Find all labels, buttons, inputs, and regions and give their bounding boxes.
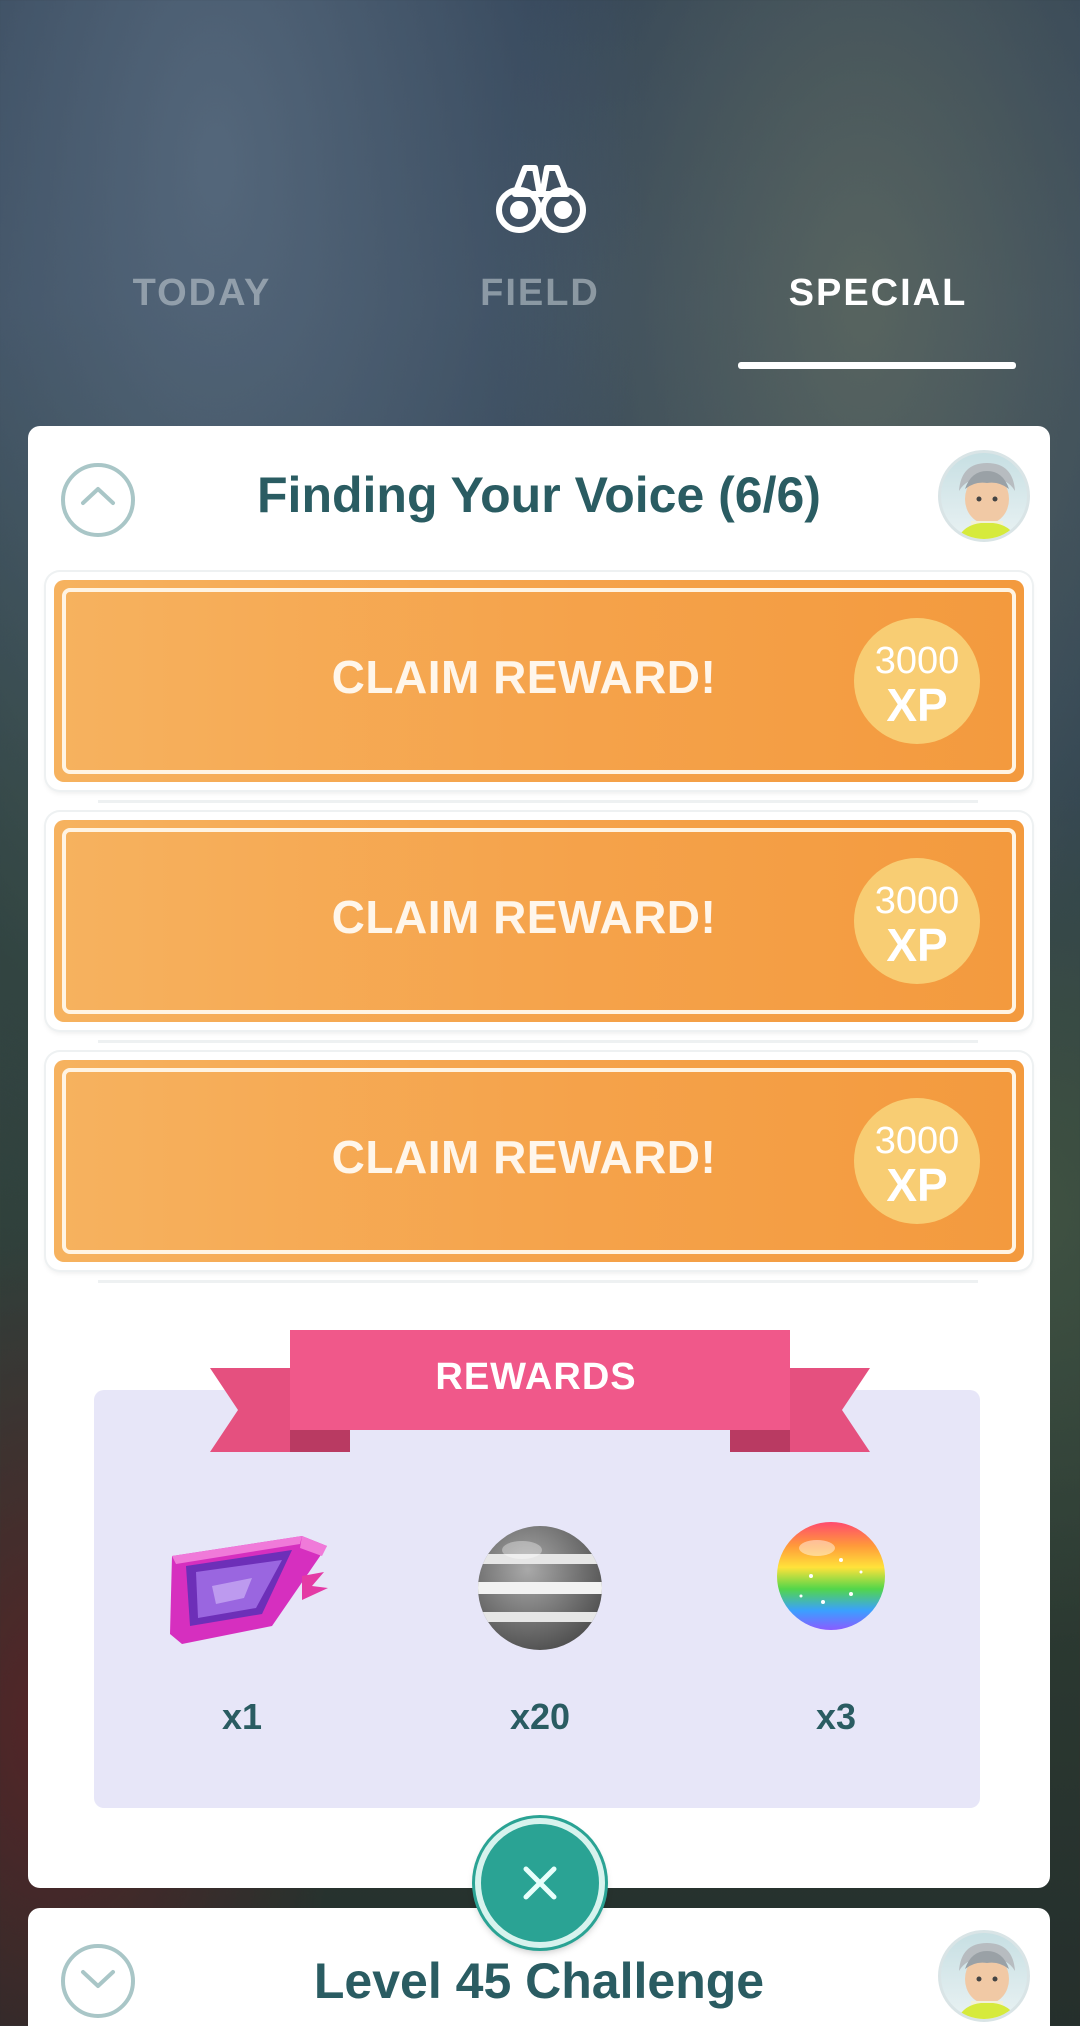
reward-count: x20 (509, 1696, 571, 1737)
xp-unit: XP (886, 1159, 948, 1211)
close-button[interactable] (475, 1818, 605, 1948)
xp-badge: 3000 XP (854, 618, 980, 744)
rare-candy-icon (777, 1522, 885, 1630)
research-tabs: TODAY FIELD SPECIAL (0, 272, 1080, 372)
reward-count: x1 (221, 1696, 263, 1737)
research-title: Level 45 Challenge (313, 1953, 765, 2009)
rewards-title: REWARDS (435, 1356, 637, 1398)
binoculars-icon (496, 165, 586, 233)
research-title: Finding Your Voice (6/6) (257, 467, 821, 523)
reward-count: x3 (815, 1696, 857, 1737)
tab-field[interactable]: FIELD (400, 272, 680, 315)
xp-badge: 3000 XP (854, 858, 980, 984)
claim-reward-button[interactable]: CLAIM REWARD! 3000 XP (54, 820, 1024, 1022)
reward-item: x20 (440, 1516, 640, 1756)
divider (98, 1280, 978, 1283)
claim-reward-button[interactable]: CLAIM REWARD! 3000 XP (54, 580, 1024, 782)
divider (98, 800, 978, 803)
tab-special[interactable]: SPECIAL (738, 272, 1018, 315)
professor-avatar (938, 1930, 1030, 2022)
tab-today[interactable]: TODAY (62, 272, 342, 315)
reward-item: x1 (142, 1516, 342, 1756)
divider (98, 1040, 978, 1043)
xp-unit: XP (886, 919, 948, 971)
claim-reward-button[interactable]: CLAIM REWARD! 3000 XP (54, 1060, 1024, 1262)
rocket-radar-icon (170, 1536, 328, 1644)
premium-ball-icon (478, 1526, 602, 1650)
claim-reward-row: CLAIM REWARD! 3000 XP (46, 812, 1032, 1030)
reward-item: x3 (736, 1516, 936, 1756)
xp-badge: 3000 XP (854, 1098, 980, 1224)
special-research-card: Finding Your Voice (6/6) CLAIM REWARD! 3… (28, 426, 1050, 1888)
active-tab-indicator (738, 362, 1016, 369)
close-icon (523, 1866, 557, 1900)
professor-avatar (938, 450, 1030, 542)
claim-reward-row: CLAIM REWARD! 3000 XP (46, 1052, 1032, 1270)
xp-amount: 3000 (874, 1120, 960, 1162)
xp-amount: 3000 (874, 640, 960, 682)
xp-amount: 3000 (874, 880, 960, 922)
xp-unit: XP (886, 679, 948, 731)
claim-reward-row: CLAIM REWARD! 3000 XP (46, 572, 1032, 790)
